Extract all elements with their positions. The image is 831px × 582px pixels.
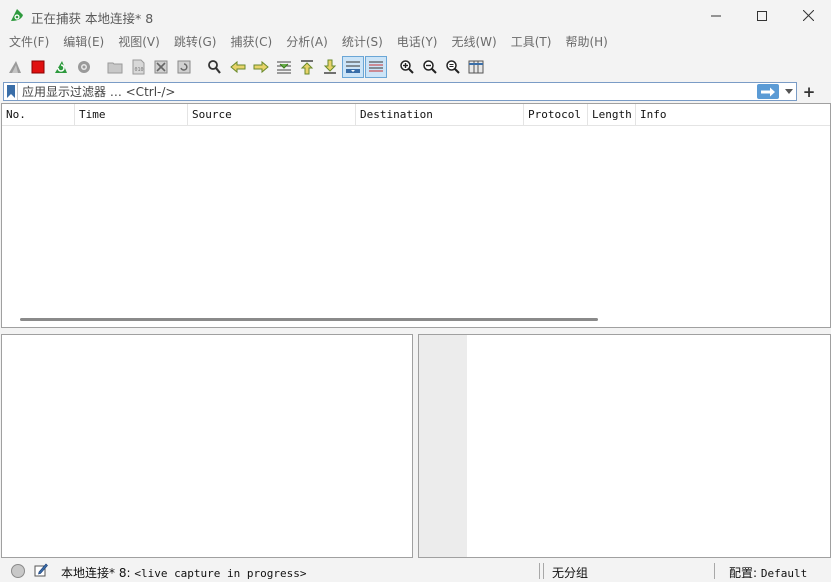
maximize-button[interactable] [739, 0, 785, 31]
menu-edit[interactable]: 编辑(E) [57, 31, 110, 53]
find-packet-button[interactable] [204, 56, 226, 78]
wireshark-window: 正在捕获 本地连接* 8 文件(F) 编辑(E) 视图(V) 跳转(G) 捕获(… [0, 0, 831, 582]
menu-help[interactable]: 帮助(H) [559, 31, 613, 53]
packet-list-header: No. Time Source Destination Protocol Len… [2, 104, 830, 126]
expert-info-indicator[interactable] [11, 564, 25, 578]
column-source[interactable]: Source [188, 104, 356, 125]
stop-capture-icon [31, 60, 45, 74]
packet-list-pane[interactable]: No. Time Source Destination Protocol Len… [1, 103, 831, 328]
column-protocol[interactable]: Protocol [524, 104, 588, 125]
go-back-icon [230, 60, 246, 74]
status-divider [714, 563, 715, 579]
go-forward-icon [253, 60, 269, 74]
open-file-icon [107, 62, 123, 74]
go-back-button[interactable] [227, 56, 249, 78]
go-last-icon [323, 59, 337, 74]
filter-bookmark-button[interactable] [4, 83, 18, 100]
column-destination[interactable]: Destination [356, 104, 524, 125]
capture-interface-label: 本地连接* 8: [61, 566, 131, 580]
restart-capture-icon [55, 61, 67, 73]
bookmark-icon [6, 85, 15, 98]
maximize-icon [757, 10, 767, 21]
reload-file-button[interactable] [173, 56, 195, 78]
menu-go[interactable]: 跳转(G) [168, 31, 223, 53]
go-first-button[interactable] [296, 56, 318, 78]
go-to-packet-icon [277, 61, 291, 74]
find-packet-icon [208, 60, 221, 74]
close-file-icon [154, 60, 168, 74]
zoom-out-button[interactable] [419, 56, 441, 78]
menu-analyze[interactable]: 分析(A) [280, 31, 334, 53]
capture-options-icon [78, 61, 90, 73]
menu-wireless[interactable]: 无线(W) [446, 31, 503, 53]
resize-columns-button[interactable] [465, 56, 487, 78]
colorize-button[interactable] [365, 56, 387, 78]
svg-text:010: 010 [135, 67, 144, 73]
display-filter-bar [3, 82, 797, 101]
open-file-button[interactable] [104, 56, 126, 78]
packet-bytes-pane[interactable] [418, 334, 831, 558]
restart-capture-button[interactable] [50, 56, 72, 78]
profile-selector[interactable]: 配置: Default [729, 564, 807, 581]
zoom-out-icon [423, 60, 437, 74]
go-first-icon [300, 60, 314, 75]
auto-scroll-icon [346, 61, 360, 73]
title-bar: 正在捕获 本地连接* 8 [0, 0, 831, 31]
wireshark-logo-icon [11, 9, 23, 21]
stop-capture-button[interactable] [27, 56, 49, 78]
menu-tools[interactable]: 工具(T) [505, 31, 558, 53]
go-to-packet-button[interactable] [273, 56, 295, 78]
minimize-button[interactable] [693, 0, 739, 31]
packet-list-scrollbar[interactable] [20, 318, 598, 321]
zoom-normal-icon [446, 60, 460, 74]
start-capture-icon [9, 61, 21, 73]
zoom-in-icon [400, 60, 414, 74]
go-last-button[interactable] [319, 56, 341, 78]
apply-filter-button[interactable] [757, 84, 779, 99]
menu-telephony[interactable]: 电话(Y) [391, 31, 444, 53]
close-file-button[interactable] [150, 56, 172, 78]
zoom-normal-button[interactable] [442, 56, 464, 78]
display-filter-input[interactable] [18, 83, 796, 100]
menu-view[interactable]: 视图(V) [112, 31, 166, 53]
capture-state-label: <live capture in progress> [134, 567, 307, 580]
packet-details-pane[interactable] [1, 334, 413, 558]
save-file-icon: 010 [132, 59, 145, 75]
add-filter-button[interactable]: + [801, 83, 817, 101]
column-length[interactable]: Length [588, 104, 636, 125]
profile-value: Default [760, 567, 808, 580]
column-time[interactable]: Time [75, 104, 188, 125]
chevron-down-icon [784, 89, 793, 94]
save-file-button[interactable]: 010 [127, 56, 149, 78]
auto-scroll-button[interactable] [342, 56, 364, 78]
arrow-right-icon [761, 87, 775, 96]
capture-comment-icon[interactable] [34, 563, 48, 577]
profile-label: 配置: [729, 566, 758, 580]
go-forward-button[interactable] [250, 56, 272, 78]
start-capture-button[interactable] [4, 56, 26, 78]
status-divider [539, 563, 540, 579]
window-title: 正在捕获 本地连接* 8 [31, 11, 154, 26]
column-no[interactable]: No. [2, 104, 75, 125]
packet-group-label: 无分组 [552, 566, 589, 580]
main-toolbar: 010 [0, 54, 831, 80]
capture-status-text: 本地连接* 8: <live capture in progress> [61, 564, 307, 581]
reload-file-icon [177, 60, 191, 74]
bytes-offset-gutter [419, 335, 467, 557]
resize-columns-icon [468, 60, 484, 74]
column-info[interactable]: Info [636, 104, 830, 125]
menu-capture[interactable]: 捕获(C) [224, 31, 278, 53]
menu-statistics[interactable]: 统计(S) [336, 31, 389, 53]
close-button[interactable] [785, 0, 831, 31]
status-bar: 本地连接* 8: <live capture in progress> 无分组 … [0, 560, 831, 582]
menu-file[interactable]: 文件(F) [3, 31, 55, 53]
minimize-icon [711, 15, 721, 16]
capture-options-button[interactable] [73, 56, 95, 78]
menu-bar: 文件(F) 编辑(E) 视图(V) 跳转(G) 捕获(C) 分析(A) 统计(S… [0, 31, 831, 53]
close-icon [802, 10, 814, 21]
zoom-in-button[interactable] [396, 56, 418, 78]
status-divider [543, 563, 544, 579]
filter-history-dropdown[interactable] [781, 83, 796, 100]
colorize-icon [369, 61, 383, 72]
